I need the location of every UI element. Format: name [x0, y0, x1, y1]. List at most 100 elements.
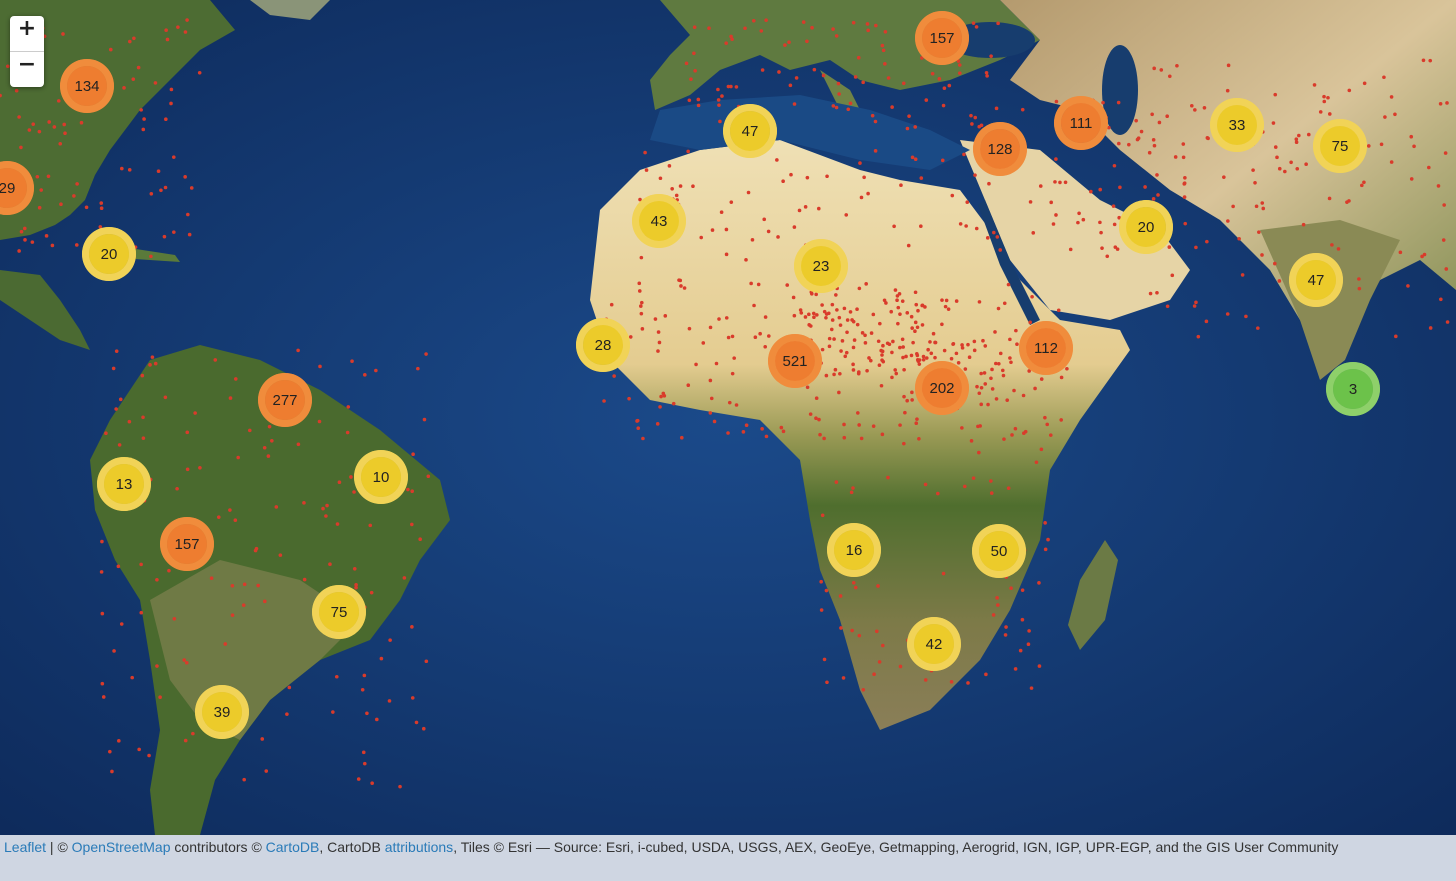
- data-point-dot: [1112, 163, 1117, 168]
- attributions-link[interactable]: attributions: [385, 839, 453, 855]
- data-point-dot: [852, 338, 857, 342]
- data-point-dot: [1409, 177, 1414, 181]
- data-point-dot: [920, 303, 924, 308]
- data-point-dot: [801, 20, 806, 24]
- cluster-marker[interactable]: 10: [354, 450, 408, 504]
- data-point-dot: [850, 628, 854, 633]
- data-point-dot: [1148, 291, 1153, 296]
- cluster-count: 42: [914, 624, 954, 664]
- data-point-dot: [1037, 664, 1042, 668]
- data-point-dot: [656, 330, 661, 334]
- data-point-dot: [915, 325, 920, 330]
- data-point-dot: [671, 401, 676, 406]
- data-point-dot: [913, 320, 918, 325]
- data-point-dot: [1117, 141, 1121, 146]
- data-point-dot: [954, 351, 959, 356]
- leaflet-link[interactable]: Leaflet: [4, 839, 46, 855]
- data-point-dot: [1327, 112, 1332, 116]
- cluster-marker[interactable]: 47: [723, 104, 777, 158]
- data-point-dot: [22, 226, 27, 231]
- data-point-dot: [153, 81, 158, 85]
- cluster-marker[interactable]: 128: [973, 122, 1027, 176]
- data-point-dot: [865, 22, 870, 26]
- cluster-marker[interactable]: 75: [1313, 119, 1367, 173]
- zoom-in-button[interactable]: +: [10, 16, 44, 51]
- cluster-marker[interactable]: 28: [576, 318, 630, 372]
- cluster-marker[interactable]: 16: [827, 523, 881, 577]
- data-point-dot: [278, 553, 283, 557]
- cluster-marker[interactable]: 277: [258, 373, 312, 427]
- data-point-dot: [972, 348, 977, 353]
- data-point-dot: [974, 226, 979, 231]
- data-point-dot: [99, 570, 104, 574]
- data-point-dot: [1256, 326, 1260, 330]
- cluster-marker[interactable]: 112: [1019, 321, 1073, 375]
- data-point-dot: [150, 355, 155, 359]
- cluster-marker[interactable]: 157: [160, 517, 214, 571]
- cluster-marker[interactable]: 50: [972, 524, 1026, 578]
- map[interactable]: + − 134 29 20 157 47 43 23 128 111 33 75…: [0, 0, 1456, 835]
- cluster-marker[interactable]: 13: [97, 457, 151, 511]
- data-point-dot: [678, 184, 683, 188]
- cluster-marker[interactable]: 47: [1289, 253, 1343, 307]
- data-point-dot: [839, 626, 843, 630]
- cluster-marker[interactable]: 134: [60, 59, 114, 113]
- data-point-dot: [1045, 422, 1050, 427]
- data-point-dot: [679, 435, 684, 440]
- cluster-count: 29: [0, 168, 27, 208]
- cluster-marker[interactable]: 23: [794, 239, 848, 293]
- data-point-dot: [1043, 547, 1048, 552]
- data-point-dot: [100, 611, 105, 616]
- data-point-dot: [916, 359, 921, 363]
- data-point-dot: [136, 65, 141, 70]
- data-point-dot: [184, 660, 189, 665]
- openstreetmap-link[interactable]: OpenStreetMap: [72, 839, 171, 855]
- data-point-dot: [325, 503, 329, 508]
- data-point-dot: [879, 383, 884, 388]
- data-point-dot: [788, 83, 793, 88]
- data-point-dot: [117, 739, 121, 743]
- cluster-marker[interactable]: 20: [1119, 200, 1173, 254]
- cluster-marker[interactable]: 39: [195, 685, 249, 739]
- cluster-marker[interactable]: 42: [907, 617, 961, 671]
- cluster-marker[interactable]: 157: [915, 11, 969, 65]
- cluster-marker[interactable]: 111: [1054, 96, 1108, 150]
- cluster-marker[interactable]: 521: [768, 334, 822, 388]
- data-point-dot: [989, 491, 994, 495]
- data-point-dot: [857, 286, 862, 291]
- data-point-dot: [811, 311, 816, 316]
- data-point-dot: [870, 113, 875, 118]
- data-point-dot: [960, 343, 964, 347]
- data-point-dot: [764, 18, 768, 22]
- data-point-dot: [859, 436, 864, 441]
- data-point-dot: [805, 175, 810, 180]
- cluster-marker[interactable]: 43: [632, 194, 686, 248]
- data-point-dot: [402, 576, 407, 580]
- data-point-dot: [903, 410, 907, 415]
- zoom-out-button[interactable]: −: [10, 51, 44, 87]
- data-point-dot: [981, 338, 985, 343]
- cluster-marker[interactable]: 202: [915, 361, 969, 415]
- cluster-count: 111: [1061, 103, 1101, 143]
- data-point-dot: [1192, 304, 1197, 308]
- data-point-dot: [72, 194, 76, 198]
- data-point-dot: [983, 382, 988, 386]
- data-point-dot: [365, 711, 369, 716]
- cluster-count: 50: [979, 531, 1019, 571]
- cluster-marker[interactable]: 3: [1326, 362, 1380, 416]
- data-point-dot: [1362, 180, 1366, 185]
- data-point-dot: [61, 32, 65, 36]
- data-point-dot: [350, 359, 354, 364]
- cluster-marker[interactable]: 20: [82, 227, 136, 281]
- attribution-text: | ©: [46, 839, 72, 855]
- data-point-dot: [153, 361, 158, 366]
- data-point-dot: [785, 283, 790, 287]
- data-point-dot: [1260, 201, 1265, 205]
- cluster-marker[interactable]: 33: [1210, 98, 1264, 152]
- data-point-dot: [100, 681, 105, 686]
- data-point-dot: [1111, 204, 1116, 208]
- cartodb-link[interactable]: CartoDB: [266, 839, 320, 855]
- data-point-dot: [414, 720, 419, 725]
- data-point-dot: [933, 340, 937, 345]
- cluster-marker[interactable]: 75: [312, 585, 366, 639]
